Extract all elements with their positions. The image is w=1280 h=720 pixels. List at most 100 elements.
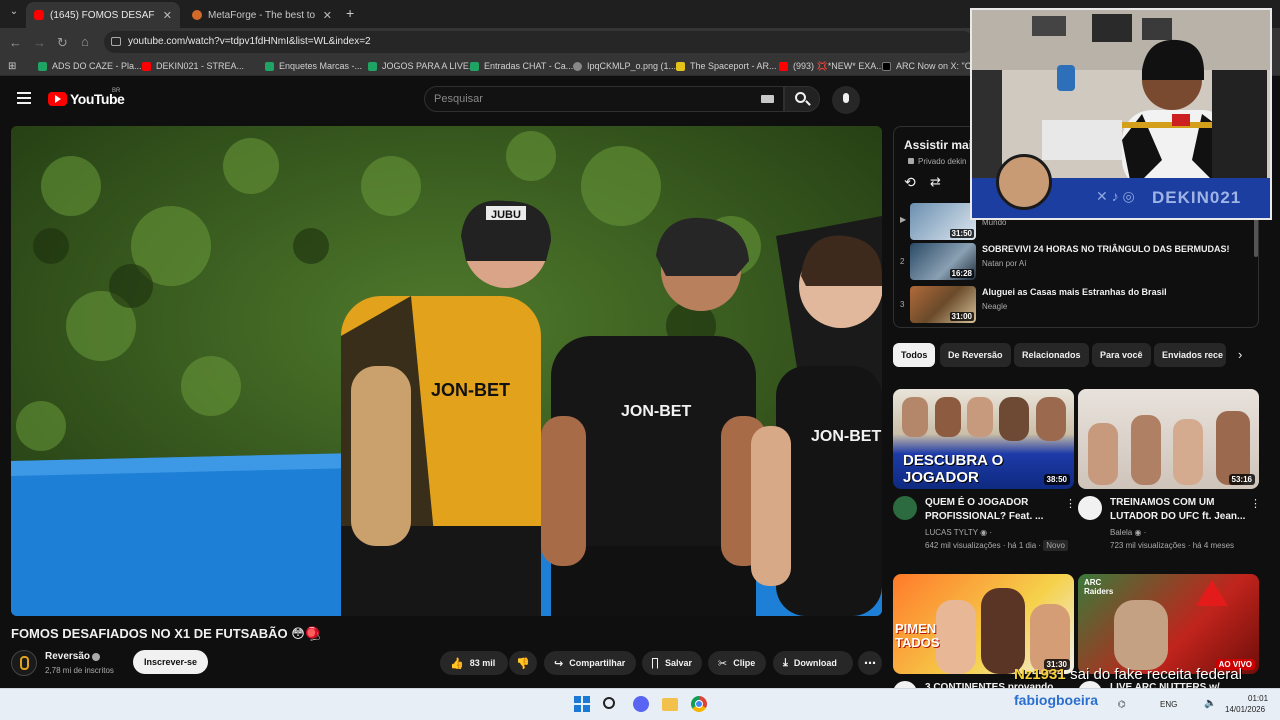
playlist-item[interactable]: 2 16:28 SOBREVIVI 24 HORAS NO TRIÂNGULO … xyxy=(894,243,1258,283)
tab-search-icon[interactable]: ⌄ xyxy=(6,6,22,22)
bookmark-item[interactable]: ADS DO CAZE - Pla... xyxy=(38,61,142,71)
metaforge-favicon-icon xyxy=(192,10,202,20)
social-banner: ✕ ♪ ◎ DEKIN021 xyxy=(972,154,1270,218)
forward-icon[interactable]: → xyxy=(33,35,46,50)
card-title: TREINAMOS COM UM LUTADOR DO UFC ft. Jean.… xyxy=(1110,497,1246,522)
chip-todos[interactable]: Todos xyxy=(893,343,936,367)
volume-icon[interactable]: 🔈 xyxy=(1204,698,1216,709)
youtube-logo-icon[interactable] xyxy=(48,92,67,106)
youtube-icon xyxy=(779,62,788,71)
apps-icon[interactable]: ⊞ xyxy=(8,61,16,72)
playlist-index: ▶ xyxy=(900,215,907,224)
bookmark-item[interactable]: The Spaceport - AR... xyxy=(676,61,777,71)
dislike-button[interactable]: 👎 xyxy=(509,651,537,675)
url-text[interactable]: youtube.com/watch?v=tdpv1fdHNmI&list=WL&… xyxy=(128,36,371,47)
chip-para-voce[interactable]: Para você xyxy=(1092,343,1151,367)
chrome-icon[interactable] xyxy=(691,696,707,712)
clock-date[interactable]: 14/01/2026 xyxy=(1225,705,1265,714)
video-thumbnail: ARC Raiders AO VIVO xyxy=(1078,574,1259,674)
social-icons: ✕ ♪ ◎ xyxy=(1096,188,1135,204)
card-views: 723 mil visualizações · há 4 meses xyxy=(1110,541,1235,550)
reload-icon[interactable]: ↻ xyxy=(57,35,68,51)
network-icon[interactable]: ⌬ xyxy=(1118,699,1126,710)
like-button[interactable]: 👍 83 mil xyxy=(440,651,508,675)
playlist-item[interactable]: 3 31:00 Aluguei as Casas mais Estranhas … xyxy=(894,286,1258,326)
clock-time[interactable]: 01:01 xyxy=(1248,694,1268,703)
share-button[interactable]: ↪ Compartilhar xyxy=(544,651,636,675)
playlist-title[interactable]: Assistir mai xyxy=(904,138,972,152)
home-icon[interactable]: ⌂ xyxy=(81,34,89,49)
chip-de-reversao[interactable]: De Reversão xyxy=(940,343,1011,367)
chevron-right-icon[interactable]: › xyxy=(1238,347,1242,362)
tab-youtube[interactable]: (1645) FOMOS DESAFIADOS N ✕ xyxy=(26,2,180,28)
warning-icon xyxy=(1196,580,1228,606)
video-player[interactable]: JUBU JON-BET JON-BET JON-BET xyxy=(11,126,882,616)
subscribe-button[interactable]: Inscrever-se xyxy=(133,650,209,674)
playlist-thumbnail: 31:00 xyxy=(910,286,976,323)
playlist-thumbnail: 16:28 xyxy=(910,243,976,280)
playlist-thumbnail: 31:50 xyxy=(910,203,976,240)
bookmark-item[interactable]: JOGOS PARA A LIVE... xyxy=(368,61,476,71)
language-indicator[interactable]: ENG xyxy=(1160,700,1177,709)
tab-close-icon[interactable]: ✕ xyxy=(323,9,332,22)
recommendation-card[interactable]: 53:16 TREINAMOS COM UM LUTADOR DO UFC ft.… xyxy=(1078,389,1261,559)
more-actions-button[interactable]: ⋯ xyxy=(858,651,882,675)
thumbs-up-icon: 👍 xyxy=(450,657,464,670)
scissors-icon: ✂ xyxy=(718,657,728,670)
social-handle: DEKIN021 xyxy=(1152,188,1242,207)
sheets-icon xyxy=(38,61,47,71)
channel-avatar[interactable] xyxy=(1078,496,1102,520)
bookmark-item[interactable]: ARC Now on X: "Co... xyxy=(882,61,984,71)
discord-icon[interactable] xyxy=(633,696,649,712)
windows-start-icon[interactable] xyxy=(574,696,590,712)
bookmark-item[interactable]: Entradas CHAT - Ca... xyxy=(470,61,573,71)
loop-icon[interactable]: ⟲ xyxy=(904,174,916,191)
sheets-icon xyxy=(265,61,274,71)
chat-username: Nz1931 xyxy=(1014,666,1066,683)
channel-avatar[interactable] xyxy=(11,650,37,676)
bookmark-item[interactable]: IpqCKMLP_o.png (1... xyxy=(573,61,676,71)
new-tab-button[interactable]: + xyxy=(346,5,354,21)
playlist-scrollbar[interactable] xyxy=(1254,217,1258,257)
recommendation-card[interactable]: DESCUBRA O JOGADOR 38:50 QUEM É O JOGADO… xyxy=(893,389,1076,559)
playlist-channel: Natan por Aí xyxy=(982,259,1027,268)
file-explorer-icon[interactable] xyxy=(662,698,678,711)
bookmark-item[interactable]: (993) 💢*NEW* EXA... xyxy=(779,61,884,72)
playlist-item-title: Aluguei as Casas mais Estranhas do Brasi… xyxy=(982,287,1167,297)
mic-icon xyxy=(843,93,849,103)
verified-icon xyxy=(92,653,100,661)
site-info-icon[interactable] xyxy=(111,37,121,46)
shuffle-icon[interactable]: ⇄ xyxy=(930,174,941,190)
download-icon: ⤓ xyxy=(783,656,788,669)
menu-icon[interactable] xyxy=(17,92,31,104)
channel-avatar[interactable] xyxy=(893,496,917,520)
download-button[interactable]: ⤓ Download xyxy=(773,651,853,675)
keyboard-icon[interactable] xyxy=(761,95,774,103)
subscriber-count: 2,78 mi de inscritos xyxy=(45,666,114,675)
chat-overlay: Nz1931 sai do fake receita federal xyxy=(1014,666,1242,684)
search-icon[interactable] xyxy=(603,697,615,709)
bookmark-icon xyxy=(652,657,658,669)
x-icon xyxy=(882,61,891,71)
tab-metaforge[interactable]: MetaForge - The best tools an ✕ xyxy=(184,2,340,28)
card-channel: LUCAS TYLTY ◉ · xyxy=(925,528,993,537)
save-button[interactable]: Salvar xyxy=(642,651,702,675)
thumbnail-faces xyxy=(899,397,1069,443)
spaceport-icon xyxy=(676,61,685,71)
thumbnail-faces xyxy=(1082,393,1256,485)
chip-relacionados[interactable]: Relacionados xyxy=(1014,343,1089,367)
back-icon[interactable]: ← xyxy=(9,35,22,50)
chip-enviados[interactable]: Enviados rece xyxy=(1154,343,1226,367)
card-title: QUEM É O JOGADOR PROFISSIONAL? Feat. ... xyxy=(925,497,1044,522)
card-menu-icon[interactable]: ⋮ xyxy=(1250,497,1261,510)
lock-icon xyxy=(908,158,914,164)
bookmark-item[interactable]: Enquetes Marcas -... xyxy=(265,61,362,71)
tab-close-icon[interactable]: ✕ xyxy=(163,9,172,22)
channel-name[interactable]: Reversão xyxy=(45,651,90,662)
card-menu-icon[interactable]: ⋮ xyxy=(1065,497,1076,510)
bookmark-item[interactable]: DEKIN021 - STREA... xyxy=(142,61,244,71)
youtube-favicon-icon xyxy=(34,10,44,20)
thumbnail-text: PIMEN TADOS xyxy=(895,621,940,650)
clip-button[interactable]: ✂ Clipe xyxy=(708,651,766,675)
jersey-text: JON-BET xyxy=(811,428,881,445)
